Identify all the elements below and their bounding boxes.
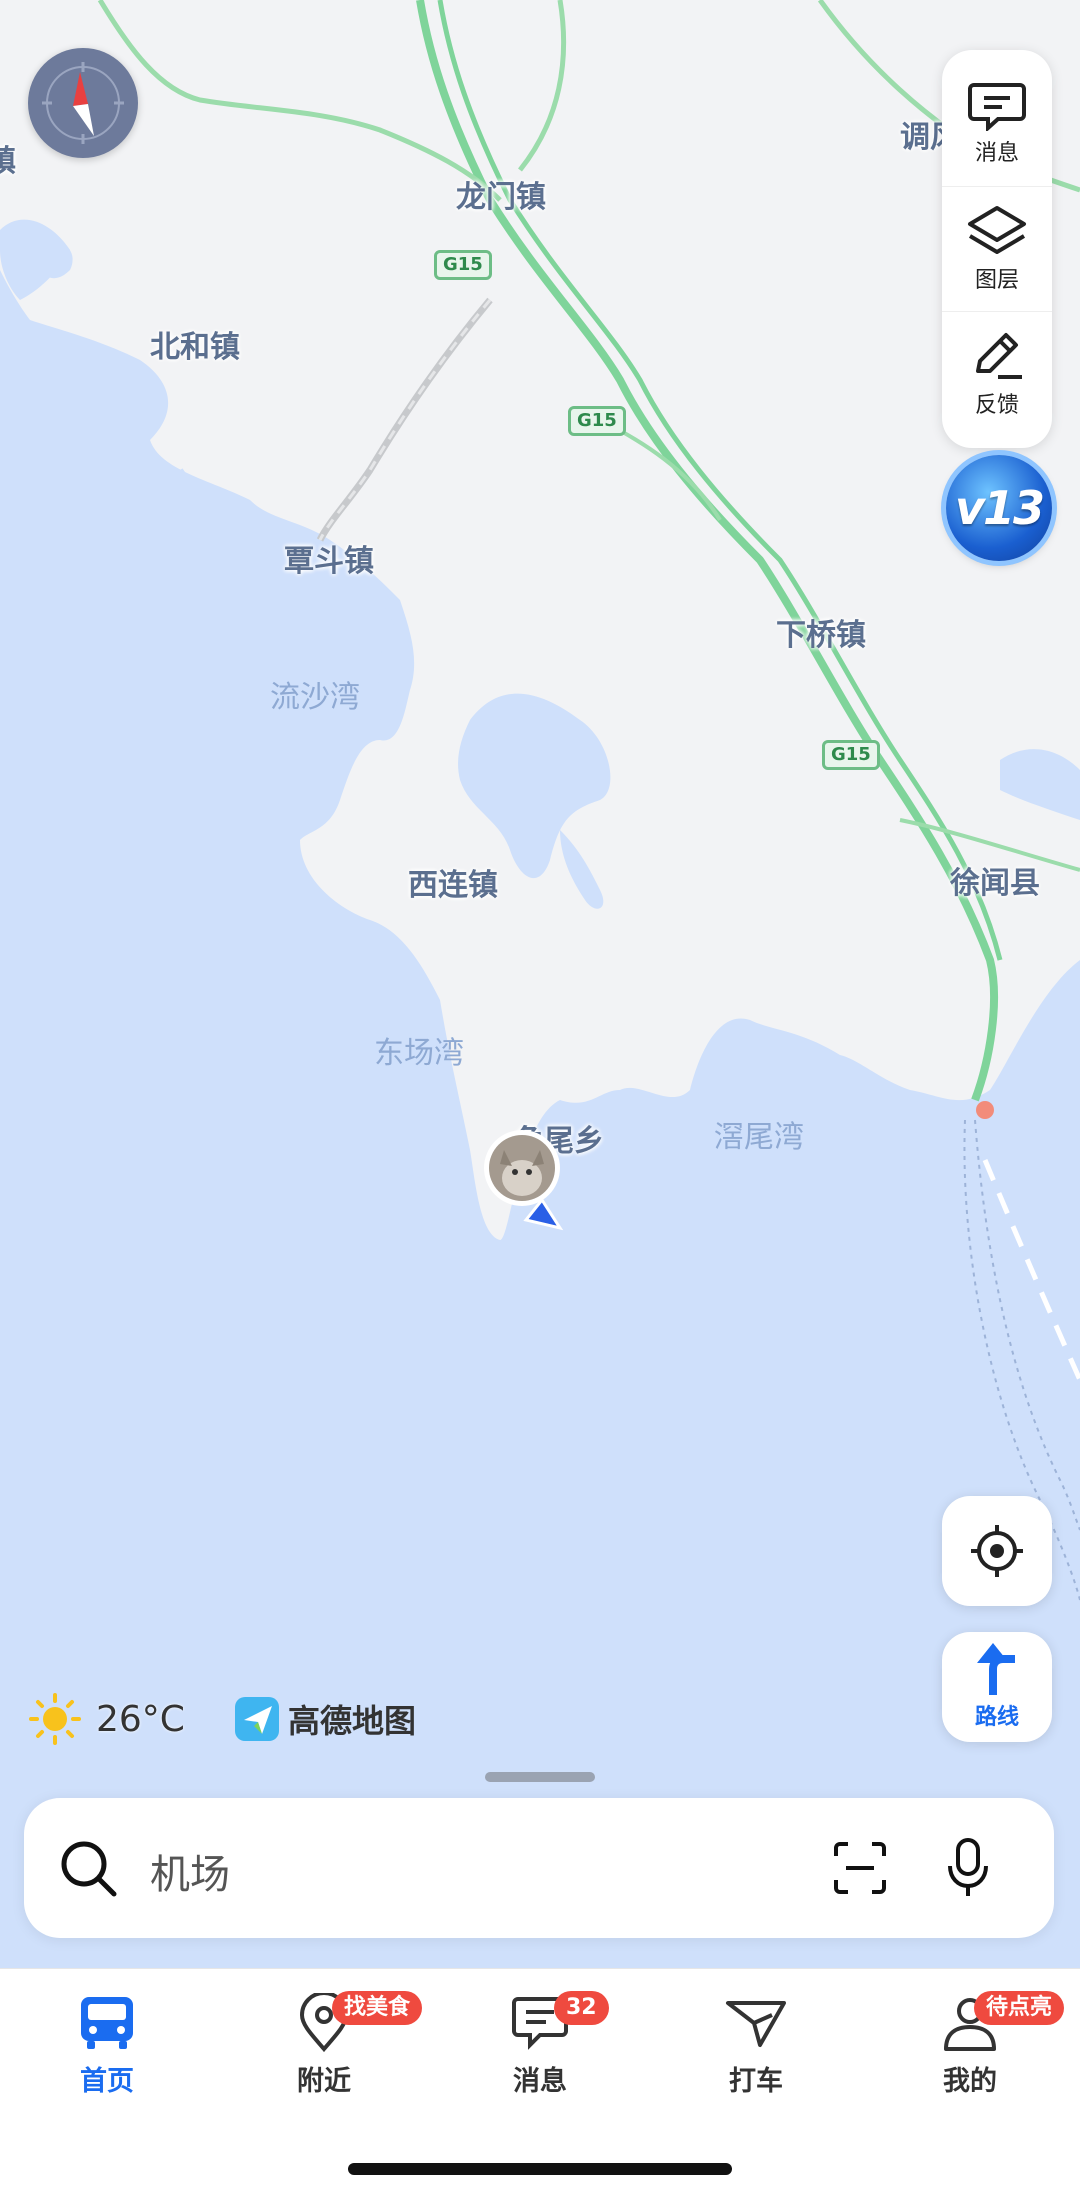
search-input[interactable]: 机场	[150, 1842, 230, 1900]
search-icon	[61, 1841, 117, 1897]
tab-home[interactable]: 首页	[27, 1993, 187, 2098]
locate-icon	[971, 1525, 1023, 1577]
scan-icon[interactable]	[832, 1840, 888, 1896]
place-xilian[interactable]: 西连镇	[408, 860, 498, 904]
bus-icon	[81, 1997, 133, 2049]
feedback-tool-label: 反馈	[974, 393, 1019, 418]
map-view[interactable]: 龙门镇 北和镇 覃斗镇 流沙湾 下桥镇 西连镇 徐闻县 东场湾 角尾乡 滘尾湾 …	[0, 0, 1080, 1800]
vip-level-text: v13	[955, 481, 1045, 535]
highway-shield-g15: G15	[568, 406, 626, 436]
highway-shield-g15: G15	[822, 740, 880, 770]
current-location-marker[interactable]	[482, 1128, 566, 1238]
layers-tool-button[interactable]: 图层	[942, 186, 1052, 311]
place-longmen[interactable]: 龙门镇	[456, 172, 546, 216]
place-dongchangwan: 东场湾	[374, 1036, 464, 1071]
messages-tool-label: 消息	[974, 141, 1019, 166]
edit-feedback-icon	[976, 333, 1022, 379]
place-beihe[interactable]: 北和镇	[150, 322, 240, 366]
tab-profile[interactable]: 我的 待点亮	[890, 1991, 1065, 2098]
home-indicator	[348, 2163, 732, 2175]
place-xiaqiao[interactable]: 下桥镇	[776, 610, 866, 654]
route-button[interactable]: 路线	[942, 1632, 1052, 1742]
tab-home-label: 首页	[80, 2066, 134, 2097]
weather-temperature: 26°C	[96, 1698, 185, 1740]
bottom-tab-bar: 首页 附近 找美食 消息 32 打车 我的 待点亮	[0, 1968, 1080, 2201]
profile-badge: 待点亮	[974, 1991, 1065, 2025]
vip-level-badge[interactable]: v13	[946, 455, 1052, 561]
tab-taxi-label: 打车	[729, 2066, 783, 2097]
taxi-icon	[726, 2001, 786, 2047]
tab-profile-label: 我的	[943, 2066, 997, 2097]
messages-tool-button[interactable]: 消息	[942, 62, 1052, 186]
feedback-tool-button[interactable]: 反馈	[942, 311, 1052, 436]
place-tandou[interactable]: 覃斗镇	[284, 536, 374, 580]
search-bar[interactable]: 机场	[24, 1798, 1054, 1938]
route-arrow-icon	[977, 1643, 1015, 1695]
bottom-sheet-handle[interactable]	[485, 1772, 595, 1782]
brand-name: 高德地图	[288, 1702, 417, 1740]
place-hanweiwan: 滘尾湾	[714, 1120, 804, 1155]
compass-button[interactable]	[28, 48, 138, 158]
tab-nearby-label: 附近	[297, 2066, 351, 2097]
highway-shield-g15: G15	[434, 250, 492, 280]
nearby-badge: 找美食	[332, 1991, 423, 2025]
place-liushawan: 流沙湾	[270, 680, 360, 715]
messages-count-badge: 32	[554, 1991, 609, 2025]
route-label: 路线	[974, 1705, 1019, 1730]
message-icon	[968, 83, 1026, 131]
locate-button[interactable]	[942, 1496, 1052, 1606]
compass-icon	[42, 62, 124, 144]
map-tools-panel: 消息 图层 反馈	[942, 50, 1052, 448]
tab-nearby[interactable]: 附近 找美食	[244, 1991, 423, 2098]
tab-taxi[interactable]: 打车	[676, 1993, 836, 2098]
place-xuwen[interactable]: 徐闻县	[950, 858, 1040, 902]
tab-messages[interactable]: 消息 32	[460, 1991, 620, 2098]
amap-logo-icon	[235, 1697, 279, 1741]
mic-icon[interactable]	[944, 1836, 992, 1900]
tab-messages-label: 消息	[513, 2066, 567, 2097]
amap-brand: 高德地图	[234, 1696, 416, 1742]
weather-widget[interactable]: 26°C	[28, 1692, 185, 1746]
place-edge-left[interactable]: 镇	[0, 136, 16, 180]
sun-icon	[29, 1693, 81, 1745]
map-canvas[interactable]	[0, 0, 1080, 1800]
layers-tool-label: 图层	[974, 268, 1019, 293]
layers-icon	[968, 206, 1026, 254]
